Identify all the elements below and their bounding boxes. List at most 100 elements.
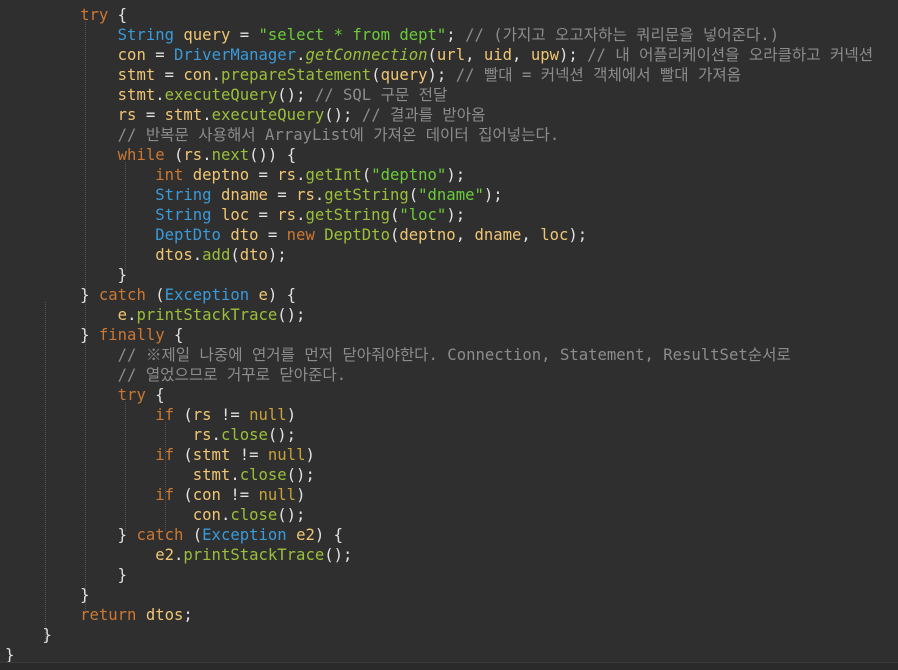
code-line[interactable]: } [5,625,52,645]
code-line[interactable]: rs = stmt.executeQuery(); // 결과를 받아옴 [5,105,486,125]
code-comment: // 빨대 = 커넥션 객체에서 빨대 가져옴 [455,66,742,84]
code-token: getConnection [305,46,428,64]
code-token: rs [192,426,212,444]
code-token: . [211,66,221,84]
code-comment: // 반복문 사용해서 ArrayList에 가져온 데이터 집어넣는다. [117,126,560,144]
code-token: rs [277,206,297,224]
code-line[interactable]: stmt = con.prepareStatement(query); // 빨… [5,65,741,85]
code-token: . [220,506,231,524]
code-token: con [192,486,221,504]
code-line[interactable]: DeptDto dto = new DeptDto(deptno, dname,… [5,225,587,245]
code-line[interactable]: if (stmt != null) [5,445,315,465]
code-token: dtos [145,606,184,624]
code-line[interactable]: // 열었으므로 거꾸로 닫아준다. [5,365,347,385]
code-line[interactable]: String loc = rs.getString("loc"); [5,205,465,225]
code-line[interactable]: con.close(); [5,505,306,525]
code-token: ()) { [249,146,297,164]
code-token: "select * from dept" [258,26,447,44]
code-line[interactable]: try { [5,5,127,25]
code-line[interactable]: if (rs != null) [5,405,296,425]
code-line[interactable]: dtos.add(dto); [5,245,286,265]
code-token: try [117,386,146,404]
code-token: ( [389,206,400,224]
code-token: dtos [155,246,193,264]
code-line[interactable]: String query = "select * from dept"; // … [5,25,779,45]
code-line[interactable]: } [5,565,127,585]
code-token: ); [446,206,466,224]
code-line[interactable]: rs.close(); [5,425,296,445]
code-token: ); [446,166,466,184]
code-line[interactable]: e.printStackTrace(); [5,305,306,325]
code-token: ( [174,446,193,464]
code-token: add [202,246,231,264]
code-line[interactable]: stmt.close(); [5,465,315,485]
code-token: Exception [164,286,250,304]
code-token: null [249,406,287,424]
code-token: = [230,26,259,44]
code-token: new [286,226,315,244]
code-token: con [117,46,146,64]
code-line[interactable]: while (rs.next()) { [5,145,296,165]
code-token: = [145,46,175,64]
code-token: ) { [267,286,297,304]
code-token: . [211,426,221,444]
code-token: String [155,186,212,204]
code-token: . [230,466,240,484]
code-token: = [249,166,278,184]
code-line[interactable]: } [5,265,127,285]
code-line[interactable]: } [5,585,89,605]
code-line[interactable]: con = DriverManager.getConnection(url, u… [5,45,873,65]
code-line[interactable]: e2.printStackTrace(); [5,545,352,565]
code-token: (); [277,506,306,524]
code-line[interactable]: } catch (Exception e) { [5,285,296,305]
code-token: query [380,66,428,84]
code-line[interactable]: if (con != null) [5,485,305,505]
code-token: } [5,266,128,284]
code-line[interactable]: try { [5,385,165,405]
code-line[interactable]: } catch (Exception e2) { [5,525,343,545]
code-token: executeQuery [164,86,278,104]
code-token: loc [540,226,569,244]
code-comment: // 내 어플리케이션을 오라클하고 커넥션 [587,46,874,64]
code-token: "loc" [399,206,447,224]
code-token: ( [183,526,203,544]
code-comment: // 결과를 받아옴 [361,106,486,124]
code-token: . [202,146,212,164]
code-token: if [155,406,174,424]
code-token: . [314,186,325,204]
code-line[interactable]: String dname = rs.getString("dname"); [5,185,502,205]
code-line[interactable]: int deptno = rs.getInt("deptno"); [5,165,465,185]
code-line[interactable]: return dtos; [5,605,193,625]
code-line[interactable]: stmt.executeQuery(); // SQL 구문 전달 [5,85,448,105]
code-token: (); [324,106,362,124]
code-token: rs [117,106,137,124]
code-line[interactable]: // 반복문 사용해서 ArrayList에 가져온 데이터 집어넣는다. [5,125,560,145]
code-line[interactable]: // ※제일 나중에 연거를 먼저 닫아줘야한다. Connection, St… [5,345,791,365]
code-token: (); [267,426,297,444]
code-token: dname [220,186,268,204]
code-token: , [512,46,531,64]
code-token: ( [389,226,400,244]
code-token: , [455,226,475,244]
code-editor[interactable]: try { String query = "select * from dept… [0,0,898,670]
code-token: e2 [155,546,174,564]
code-token: try [80,6,109,24]
code-token: ); [559,46,588,64]
code-line[interactable]: } finally { [5,325,183,345]
code-token: return [80,606,137,624]
